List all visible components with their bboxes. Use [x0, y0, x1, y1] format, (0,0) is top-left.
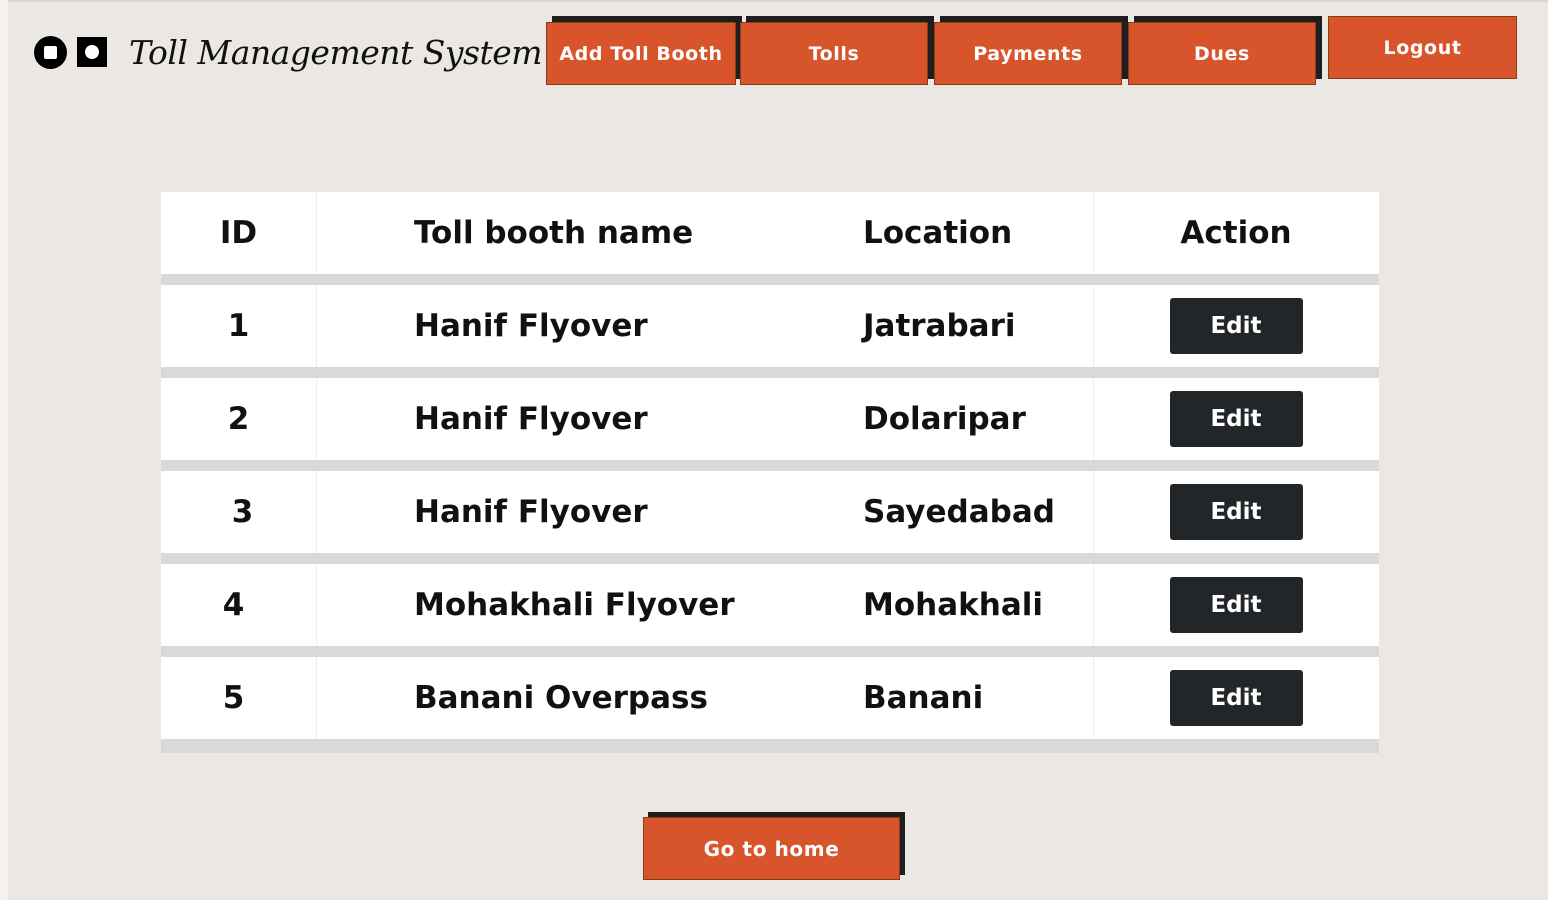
header-name: Toll booth name [414, 215, 694, 251]
cell-action: Edit [1093, 564, 1379, 646]
cell-id: 3 [231, 494, 254, 530]
add-toll-booth-button[interactable]: Add Toll Booth [546, 22, 736, 85]
cell-name: Hanif Flyover [414, 308, 648, 344]
header-id: ID [219, 215, 258, 251]
go-to-home-button[interactable]: Go to home [643, 817, 900, 880]
cell-name: Banani Overpass [414, 680, 708, 716]
cell-name: Mohakhali Flyover [414, 587, 735, 623]
window-top-border [0, 0, 1548, 2]
payments-button[interactable]: Payments [934, 22, 1122, 85]
logo-circle-icon [34, 35, 67, 69]
row-separator [161, 553, 1379, 564]
row-separator [161, 367, 1379, 378]
cell-location: Sayedabad [863, 494, 1055, 530]
table-row: 5 Banani Overpass Banani Edit [161, 657, 1379, 739]
cell-location: Banani [863, 680, 984, 716]
cell-id: 1 [227, 308, 250, 344]
cell-action: Edit [1093, 378, 1379, 460]
table-row: 3 Hanif Flyover Sayedabad Edit [161, 471, 1379, 553]
cell-action: Edit [1093, 471, 1379, 553]
window-left-border [0, 0, 8, 900]
table-row: 4 Mohakhali Flyover Mohakhali Edit [161, 564, 1379, 646]
table-row: 2 Hanif Flyover Dolaripar Edit [161, 378, 1379, 460]
cell-id: 5 [222, 680, 245, 716]
cell-location: Mohakhali [863, 587, 1043, 623]
cell-action: Edit [1093, 285, 1379, 367]
edit-button[interactable]: Edit [1169, 670, 1303, 726]
dues-button[interactable]: Dues [1128, 22, 1316, 85]
cell-location: Dolaripar [863, 401, 1026, 437]
edit-button[interactable]: Edit [1169, 484, 1303, 540]
cell-id: 2 [227, 401, 250, 437]
table-header-row: ID Toll booth name Location Action [161, 192, 1379, 274]
logout-button[interactable]: Logout [1328, 16, 1517, 79]
tolls-button[interactable]: Tolls [740, 22, 928, 85]
edit-button[interactable]: Edit [1169, 298, 1303, 354]
cell-name: Hanif Flyover [414, 401, 648, 437]
logo-square-icon [77, 37, 107, 67]
cell-location: Jatrabari [863, 308, 1016, 344]
app-title: Toll Management System [129, 32, 543, 72]
table-row: 1 Hanif Flyover Jatrabari Edit [161, 285, 1379, 367]
row-separator [161, 646, 1379, 657]
cell-id: 4 [222, 587, 245, 623]
row-separator [161, 739, 1379, 753]
toggle-logo-icon [34, 35, 107, 69]
edit-button[interactable]: Edit [1169, 391, 1303, 447]
cell-action: Edit [1093, 657, 1379, 739]
row-separator [161, 460, 1379, 471]
edit-button[interactable]: Edit [1169, 577, 1303, 633]
header-location: Location [863, 215, 1013, 251]
toll-booth-table: ID Toll booth name Location Action 1 Han… [161, 192, 1379, 753]
row-separator [161, 274, 1379, 285]
brand: Toll Management System [34, 30, 543, 74]
cell-name: Hanif Flyover [414, 494, 648, 530]
header-action: Action [1180, 215, 1292, 251]
